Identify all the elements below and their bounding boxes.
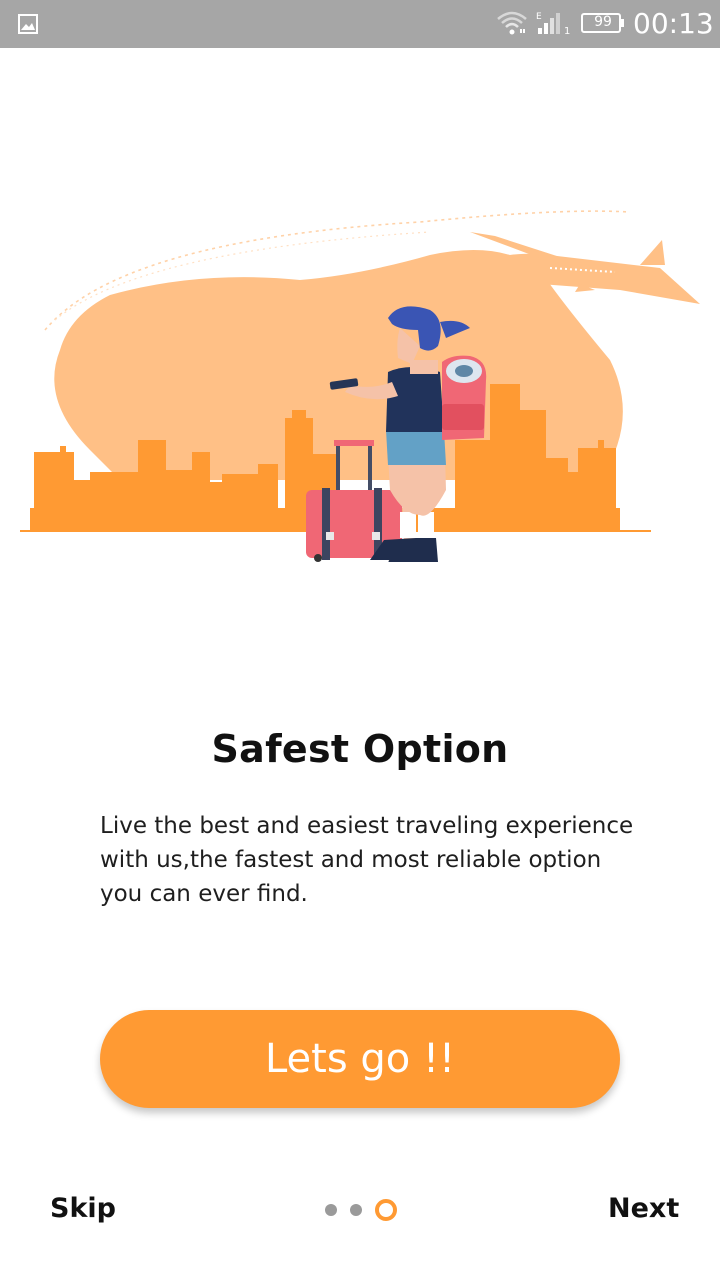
skip-button[interactable]: Skip [50, 1193, 116, 1224]
clock: 00:13 [633, 7, 714, 40]
page-title: Safest Option [211, 727, 509, 771]
page-dot-3-active [375, 1199, 397, 1221]
wifi-icon [497, 11, 527, 35]
page-indicator [322, 1199, 397, 1221]
page-dot-1 [325, 1204, 337, 1216]
status-bar: E 1 99 00:13 [0, 0, 720, 48]
page-description: Live the best and easiest traveling expe… [100, 813, 634, 907]
svg-text:1: 1 [564, 26, 570, 36]
image-icon [18, 14, 38, 34]
svg-text:E: E [536, 12, 542, 22]
lets-go-button[interactable]: Lets go !! [100, 1010, 620, 1108]
next-button[interactable]: Next [608, 1193, 679, 1224]
travel-illustration [20, 210, 700, 562]
signal-icon: E 1 [536, 12, 570, 36]
page-dot-2 [350, 1204, 362, 1216]
battery-level: 99 [594, 14, 612, 30]
